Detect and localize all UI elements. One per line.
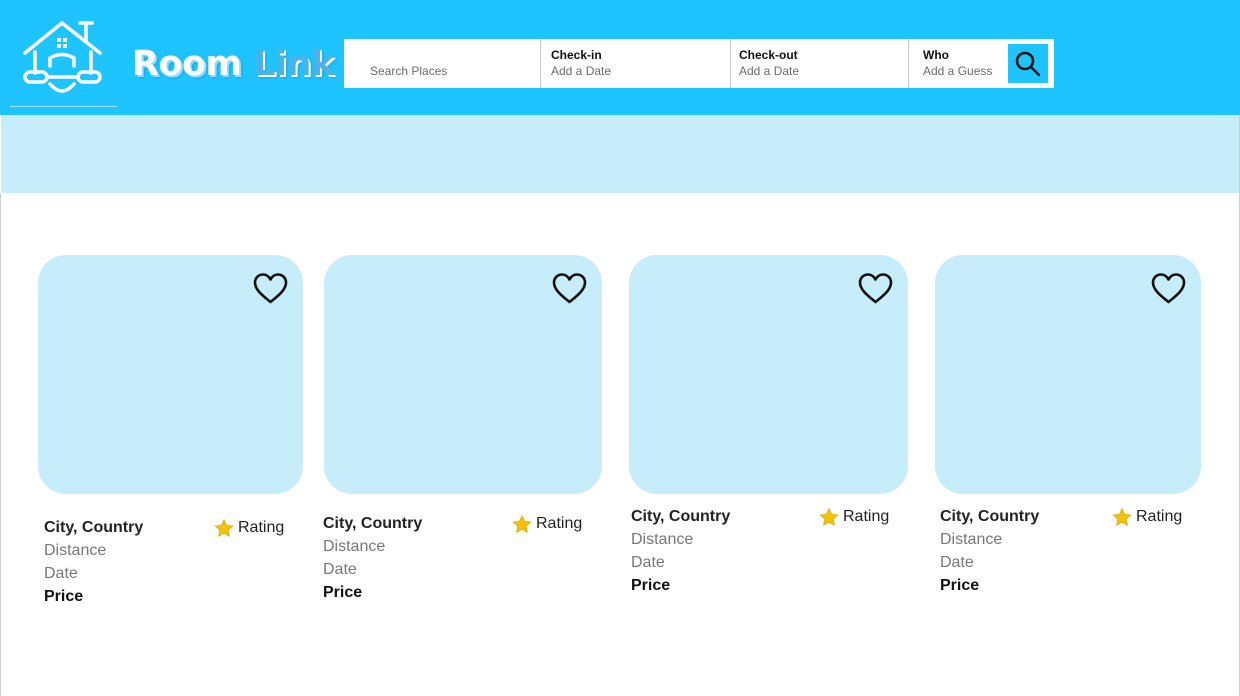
listing-date: Date: [44, 565, 78, 582]
star-icon: [819, 508, 839, 526]
checkin-label: Check-in: [551, 48, 602, 62]
listing-location: City, Country: [44, 519, 144, 536]
heart-outline-icon[interactable]: [252, 272, 289, 305]
heart-outline-icon[interactable]: [551, 272, 588, 305]
brand-wordmark[interactable]: Room Link: [132, 42, 334, 86]
listing-date: Date: [940, 554, 974, 571]
star-icon: [512, 515, 532, 533]
star-icon: [1112, 508, 1132, 526]
magnifier-icon: [1015, 51, 1041, 77]
logo-divider: [10, 106, 117, 107]
house-link-logo-icon[interactable]: [22, 18, 108, 102]
listing-location: City, Country: [940, 508, 1040, 525]
rating-label: Rating: [1136, 508, 1183, 525]
listing-price: Price: [940, 577, 980, 594]
checkin-value: Add a Date: [551, 64, 612, 78]
listing-info: City, Country Rating Distance Date Price: [44, 519, 290, 611]
checkout-value: Add a Date: [739, 64, 800, 78]
checkin-field[interactable]: Check-in Add a Date: [540, 39, 730, 88]
listing-distance: Distance: [44, 542, 107, 559]
page-border-left: [0, 193, 1, 696]
listing-price: Price: [631, 577, 671, 594]
heart-outline-icon[interactable]: [1150, 272, 1187, 305]
listing-distance: Distance: [323, 538, 386, 555]
rating-label: Rating: [536, 515, 583, 532]
checkout-label: Check-out: [739, 48, 798, 62]
listing-distance: Distance: [940, 531, 1003, 548]
listing-price: Price: [323, 584, 363, 601]
listing-date: Date: [631, 554, 665, 571]
checkout-field[interactable]: Check-out Add a Date: [730, 39, 908, 88]
who-value: Add a Guess: [923, 64, 993, 78]
listing-distance: Distance: [631, 531, 694, 548]
search-bar: Search Places Check-in Add a Date Check-…: [344, 39, 1054, 88]
brand-word-room: Room: [132, 44, 242, 84]
listing-date: Date: [323, 561, 357, 578]
star-icon: [214, 519, 234, 537]
listing-price: Price: [44, 588, 84, 605]
listing-info: City, Country Rating Distance Date Price: [631, 508, 899, 600]
top-navbar: Room Link Search Places Check-in Add a D…: [0, 0, 1240, 115]
search-places-placeholder: Search Places: [370, 64, 448, 78]
heart-outline-icon[interactable]: [857, 272, 894, 305]
listing-info: City, Country Rating Distance Date Price: [323, 515, 591, 607]
listing-location: City, Country: [631, 508, 731, 525]
rating-label: Rating: [238, 519, 285, 536]
hero-banner: [1, 115, 1240, 193]
brand-word-link: Link: [253, 44, 334, 84]
rating-label: Rating: [843, 508, 890, 525]
who-label: Who: [923, 48, 949, 62]
listing-info: City, Country Rating Distance Date Price: [940, 508, 1190, 600]
listing-location: City, Country: [323, 515, 423, 532]
search-button[interactable]: [1008, 44, 1048, 83]
where-field[interactable]: Search Places: [344, 39, 540, 88]
